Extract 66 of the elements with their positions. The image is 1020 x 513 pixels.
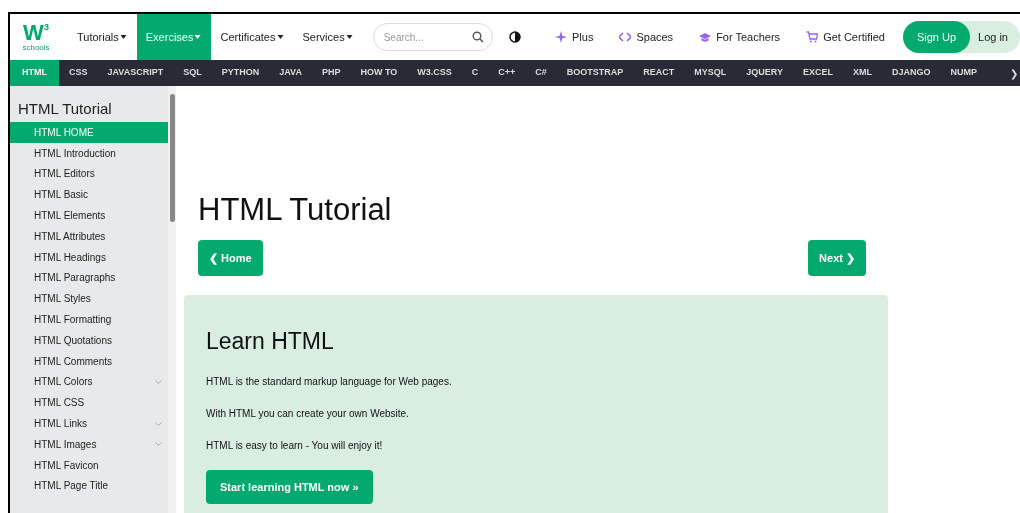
sidebar-item[interactable]: HTML Introduction (10, 142, 168, 164)
sidebar-item[interactable]: HTML Favicon (10, 454, 168, 476)
paragraph: HTML is the standard markup language for Web pages. (206, 374, 453, 389)
paragraph: With HTML you can create your own Website. (206, 406, 410, 421)
sidebar-item[interactable]: HTML Page Title (10, 475, 168, 497)
menu-item[interactable]: Certificates (211, 14, 294, 60)
caret-icon (118, 34, 128, 40)
sidebar-item[interactable]: HTML Attributes (10, 226, 168, 247)
cart-icon (806, 31, 819, 43)
topic-tab[interactable]: SQL (173, 60, 212, 86)
topic-tab[interactable]: DJANGO (882, 60, 941, 86)
sidebar-item[interactable]: HTML Links (10, 413, 168, 434)
code-icon (619, 31, 632, 43)
logo-caption: schools (22, 44, 50, 52)
sidebar-item[interactable]: HTML Paragraphs (10, 267, 168, 289)
sidebar-item[interactable]: HTML Styles (10, 288, 168, 310)
scroll-right-arrow[interactable]: ❯ (1010, 60, 1020, 86)
contrast-icon[interactable] (508, 31, 521, 43)
page-title: HTML Tutorial (198, 191, 393, 229)
topic-tab[interactable]: C (461, 60, 489, 86)
topic-tab[interactable]: JAVA (269, 60, 312, 86)
graduation-cap-icon (699, 31, 712, 43)
sidebar-item[interactable]: HTML Formatting (10, 309, 168, 330)
sparkle-icon (555, 31, 567, 43)
sidebar-item[interactable]: HTML Images (10, 433, 168, 455)
scrollbar-thumb[interactable] (169, 94, 175, 222)
topic-tab[interactable]: NUMP (940, 60, 988, 86)
topic-tab[interactable]: CSS (59, 60, 98, 86)
log-in-button[interactable]: Log in (970, 28, 1020, 46)
scrollbar[interactable] (168, 86, 176, 513)
logo-letter: W$^{3}$ (23, 22, 49, 44)
menu-item[interactable]: Tutorials (68, 14, 137, 60)
sidebar-title: HTML Tutorial (17, 100, 113, 119)
topic-tab[interactable]: EXCEL (793, 60, 844, 86)
search-icon (471, 31, 484, 43)
sidebar-item[interactable]: HTML Elements (10, 205, 168, 226)
topic-tab[interactable]: MYSQL (684, 60, 737, 86)
caret-icon (344, 34, 354, 40)
search-field[interactable]: Search... (372, 23, 493, 51)
topic-tab[interactable]: PYTHON (211, 60, 270, 86)
topic-tab[interactable]: JQUERY (736, 60, 794, 86)
nav-link[interactable]: For Teachers (699, 14, 781, 60)
topic-tab[interactable]: REACT (633, 60, 685, 86)
topic-tab[interactable]: W3.CSS (407, 60, 462, 86)
paragraph: HTML is easy to learn - You will enjoy it! (206, 438, 384, 453)
sidebar-item[interactable]: HTML Colors (10, 371, 168, 393)
nav-link[interactable]: Spaces (619, 14, 674, 60)
sidebar-item[interactable]: HTML Comments (10, 350, 168, 372)
sidebar-item[interactable]: HTML CSS (10, 392, 168, 414)
topic-tab[interactable]: JAVASCRIPT (97, 60, 174, 86)
topic-tab[interactable]: BOOTSTRAP (556, 60, 634, 86)
topic-tab[interactable]: PHP (311, 60, 351, 86)
topic-tab[interactable]: XML (843, 60, 883, 86)
sidebar-item[interactable]: HTML Basic (10, 184, 168, 206)
sidebar-item[interactable]: HTML Quotations (10, 329, 168, 351)
menu-item[interactable]: Services (293, 14, 363, 60)
nav-link[interactable]: Get Certified (806, 14, 885, 60)
topic-tab[interactable]: HOW TO (350, 60, 408, 86)
topic-tab[interactable]: C# (525, 60, 557, 86)
caret-icon (193, 34, 203, 40)
sidebar-item[interactable]: HTML Editors (10, 163, 168, 185)
panel-heading: Learn HTML (206, 328, 335, 356)
nav-link[interactable]: Plus (555, 14, 594, 60)
caret-icon (275, 34, 285, 40)
sidebar-item[interactable]: HTML Headings (10, 246, 168, 268)
topic-tab[interactable]: C++ (488, 60, 526, 86)
